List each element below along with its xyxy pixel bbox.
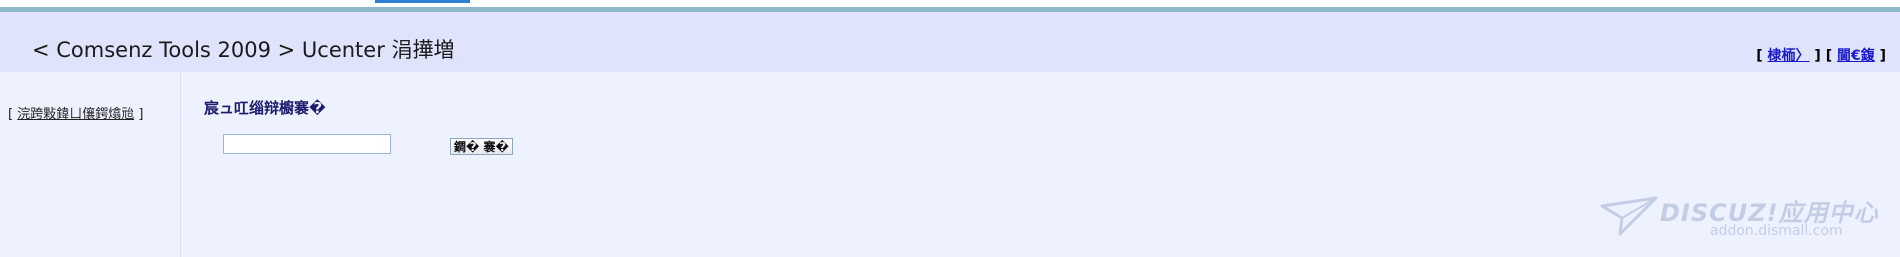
bracket-close: ] [134, 107, 144, 122]
logout-link[interactable]: 閫€鍑 [1837, 48, 1875, 64]
header-bar: < Comsenz Tools 2009 > Ucenter 涓撶増 [ 棣栭〉… [0, 12, 1900, 72]
sidebar-item-link[interactable]: 浣跨敤鍏ㄩ儴鍔熻兘 [17, 107, 134, 122]
password-input[interactable] [223, 134, 391, 154]
bracket-open: [ [8, 107, 18, 122]
bracket-close: ] [1874, 48, 1886, 64]
paper-plane-icon [1600, 196, 1658, 236]
login-heading: 宸ュ叿缁辩櫥褰� [204, 99, 326, 117]
top-strip [0, 0, 1900, 7]
header-links: [ 棣栭〉 ] [ 閫€鍑 ] [1756, 45, 1886, 65]
top-active-tab-indicator[interactable] [375, 0, 470, 3]
watermark-domain: addon.dismall.com [1710, 223, 1843, 239]
bracket-open: [ [1825, 48, 1837, 64]
sidebar-item: [ 浣跨敤鍏ㄩ儴鍔熻兘 ] [8, 103, 143, 122]
bracket-open: [ [1756, 48, 1768, 64]
page-title: < Comsenz Tools 2009 > Ucenter 涓撶増 [32, 38, 455, 62]
login-button[interactable]: 鐧� 褰� [450, 138, 513, 155]
home-link[interactable]: 棣栭〉 [1768, 48, 1810, 64]
sidebar: [ 浣跨敤鍏ㄩ儴鍔熻兘 ] [0, 72, 181, 257]
bracket-close: ] [1809, 48, 1826, 64]
watermark: DISCUZ!应用中心 addon.dismall.com [1600, 188, 1890, 248]
page: < Comsenz Tools 2009 > Ucenter 涓撶増 [ 棣栭〉… [0, 0, 1900, 257]
